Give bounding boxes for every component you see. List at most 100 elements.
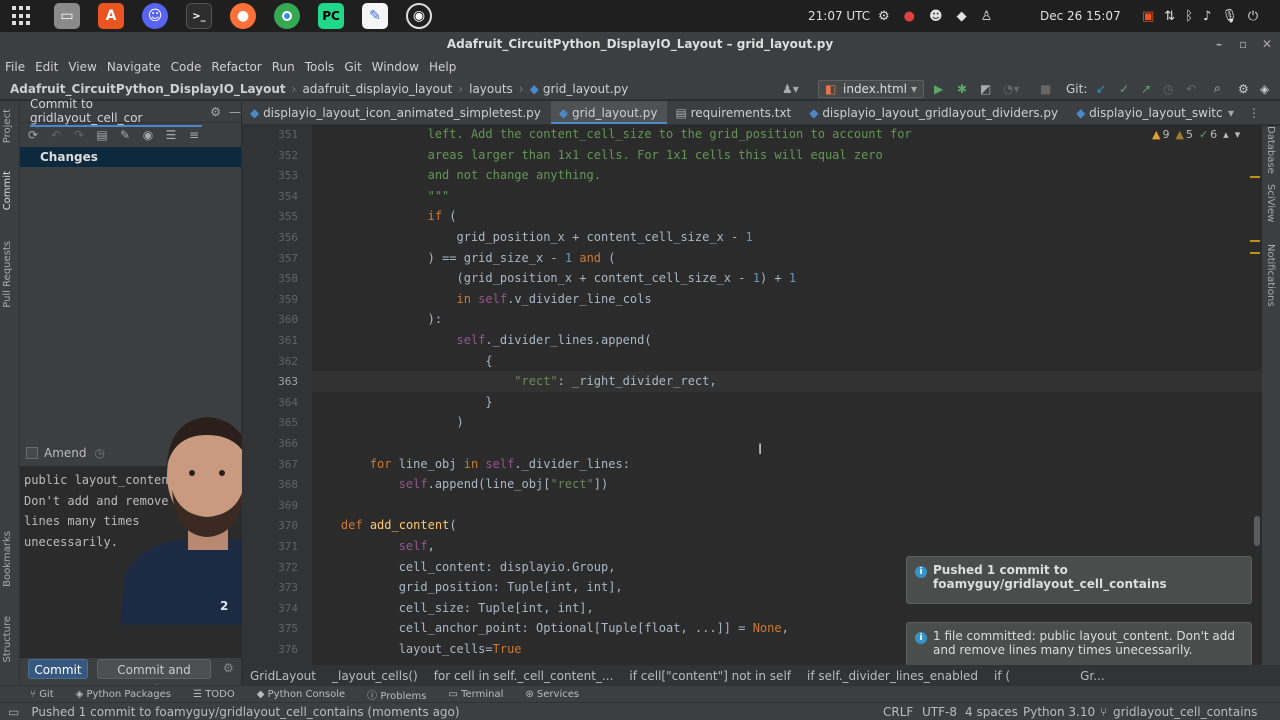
bluetooth-icon[interactable]: ᛒ (1185, 9, 1193, 24)
scrollbar-thumb[interactable] (1254, 516, 1260, 546)
services-tool[interactable]: ⊛ Services (525, 689, 579, 700)
obs-icon[interactable]: ◉ (406, 3, 432, 29)
crumb-folder[interactable]: layouts (469, 82, 513, 96)
refresh-icon[interactable]: ⟳ (26, 128, 40, 142)
crumb-file[interactable]: grid_layout.py (543, 82, 628, 96)
code-line[interactable]: } (312, 392, 1262, 413)
python-console-tool[interactable]: ◆ Python Console (257, 689, 345, 700)
menu-git[interactable]: Git (344, 60, 361, 74)
profile-icon[interactable]: ◔▾ (1003, 82, 1020, 96)
line-number[interactable]: 353 (278, 169, 298, 182)
code-line[interactable]: (grid_position_x + content_cell_size_x -… (312, 268, 1262, 289)
firefox-icon[interactable]: ● (230, 3, 256, 29)
changes-node[interactable]: Changes (20, 147, 241, 167)
line-number[interactable]: 369 (278, 499, 298, 512)
crumb-package[interactable]: adafruit_displayio_layout (302, 82, 452, 96)
plugin-icon[interactable]: ◈ (1260, 82, 1269, 96)
code-line[interactable]: in self.v_divider_line_cols (312, 289, 1262, 310)
code-line[interactable] (312, 433, 1262, 454)
code-line[interactable]: { (312, 351, 1262, 372)
code-line[interactable]: ) (312, 412, 1262, 433)
view-options-icon[interactable]: ◉ (141, 128, 155, 142)
menu-run[interactable]: Run (272, 60, 295, 74)
tab-grid-layout[interactable]: ◆ grid_layout.py (550, 101, 668, 124)
menu-navigate[interactable]: Navigate (107, 60, 161, 74)
tab-displayio-layout-switch[interactable]: ◆ displayio_layout_switc (1068, 101, 1233, 124)
chevron-up-icon[interactable]: ▴ (1223, 128, 1229, 141)
code-line[interactable]: """ (312, 186, 1262, 207)
crumb-if[interactable]: if self._divider_lines_enabled (807, 669, 978, 683)
shelve-icon[interactable]: ▤ (95, 128, 109, 142)
chrome-icon[interactable] (274, 3, 300, 29)
notifications-tab[interactable]: Notifications (1265, 244, 1276, 307)
crumb-project[interactable]: Adafruit_CircuitPython_DisplayIO_Layout (10, 82, 286, 96)
rollback-icon[interactable]: ↶ (49, 128, 63, 142)
expand-all-icon[interactable]: ☰ (164, 128, 178, 142)
line-number[interactable]: 359 (278, 293, 298, 306)
commit-tab[interactable]: Commit (2, 171, 13, 210)
line-number[interactable]: 357 (278, 252, 298, 265)
clock[interactable]: 21:07 UTC (808, 0, 870, 32)
python-packages-tool[interactable]: ◈ Python Packages (76, 689, 171, 700)
menu-help[interactable]: Help (429, 60, 456, 74)
collapse-all-icon[interactable]: ≡ (187, 128, 201, 142)
close-window-icon[interactable]: ✕ (1262, 32, 1272, 56)
volume-icon[interactable]: ♪ (1203, 9, 1211, 24)
line-number[interactable]: 368 (278, 478, 298, 491)
line-number[interactable]: 355 (278, 210, 298, 223)
code-line[interactable]: and not change anything. (312, 165, 1262, 186)
line-number[interactable]: 352 (278, 149, 298, 162)
dropbox-tray-icon[interactable]: ◆ (957, 9, 967, 24)
menu-edit[interactable]: Edit (35, 60, 58, 74)
line-number[interactable]: 363 (278, 375, 298, 388)
search-icon[interactable]: ⌕ (1214, 81, 1221, 96)
line-number[interactable]: 371 (278, 540, 298, 553)
chevron-down-icon[interactable]: ▾ (1235, 128, 1241, 141)
run-config-select[interactable]: ◧ index.html ▾ (818, 80, 924, 98)
date-time[interactable]: Dec 26 15:07 (1040, 0, 1121, 32)
code-line[interactable]: "rect": _right_divider_rect, (312, 371, 1262, 392)
line-number[interactable]: 356 (278, 231, 298, 244)
sciview-tab[interactable]: SciView (1265, 184, 1276, 222)
rollback-icon[interactable]: ↶ (1186, 82, 1196, 96)
code-line[interactable]: ): (312, 309, 1262, 330)
amend-checkbox[interactable] (26, 447, 38, 459)
menu-refactor[interactable]: Refactor (211, 60, 261, 74)
menu-window[interactable]: Window (372, 60, 419, 74)
structure-tab[interactable]: Structure (2, 616, 13, 663)
push-icon[interactable]: ↗ (1141, 82, 1151, 96)
gear-icon[interactable]: ⚙ (210, 105, 221, 119)
terminal-tool[interactable]: ▭ Terminal (448, 689, 503, 700)
menu-file[interactable]: File (5, 60, 25, 74)
crumb-group[interactable]: Gr... (1080, 669, 1105, 683)
accessibility-tray-icon[interactable]: ♙ (981, 9, 993, 24)
software-center-icon[interactable]: A (98, 3, 124, 29)
code-line[interactable]: grid_position_x + content_cell_size_x - … (312, 227, 1262, 248)
more-options-icon[interactable]: ⋮ (1248, 106, 1260, 120)
debug-icon[interactable]: ✱ (957, 82, 967, 96)
network-icon[interactable]: ⇅ (1164, 9, 1175, 24)
line-number[interactable]: 374 (278, 602, 298, 615)
inspection-widget[interactable]: ▲ 9 ▲ 5 ✓ 6 ▴ ▾ (1152, 128, 1240, 141)
commit-check-icon[interactable]: ✓ (1119, 82, 1129, 96)
layout-icon[interactable]: ▭ (8, 705, 19, 719)
files-icon[interactable]: ▭ (54, 3, 80, 29)
diff-icon[interactable]: ✎ (118, 128, 132, 142)
line-number[interactable]: 358 (278, 272, 298, 285)
history-icon[interactable]: ◷ (1163, 82, 1173, 96)
amend-label[interactable]: Amend (44, 446, 87, 460)
code-line[interactable]: self.append(line_obj["rect"]) (312, 474, 1262, 495)
record-tray-icon[interactable]: ● (904, 9, 915, 24)
stop-icon[interactable]: ■ (1040, 82, 1051, 96)
python-interpreter[interactable]: Python 3.10 (1023, 705, 1095, 719)
line-number[interactable]: 361 (278, 334, 298, 347)
user-menu-icon[interactable]: ♟▾ (782, 82, 799, 96)
code-line[interactable]: ) == grid_size_x - 1 and ( (312, 248, 1262, 269)
move-icon[interactable]: ↷ (72, 128, 86, 142)
line-number[interactable]: 360 (278, 313, 298, 326)
code-line[interactable]: for line_obj in self._divider_lines: (312, 454, 1262, 475)
restore-window-icon[interactable]: ▫ (1239, 32, 1247, 56)
menu-view[interactable]: View (68, 60, 96, 74)
settings-tray-icon[interactable]: ⚙ (878, 9, 890, 24)
line-number[interactable]: 365 (278, 416, 298, 429)
